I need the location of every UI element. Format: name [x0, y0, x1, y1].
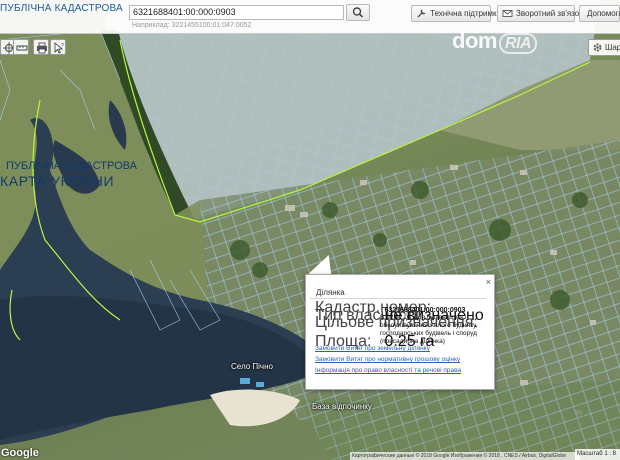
gear-icon: [593, 43, 602, 52]
map-imagery: [0, 0, 620, 460]
layers-button[interactable]: Шари: [588, 39, 620, 56]
help-label: Допомога: [587, 9, 620, 18]
printer-icon: [37, 42, 47, 54]
tech-support-button[interactable]: Технічна підтримка: [411, 5, 501, 22]
feedback-label: Зворотний зв'язок: [516, 9, 583, 18]
purpose-label: Цільове призначення:: [315, 314, 478, 332]
help-button[interactable]: Допомога: [579, 5, 620, 22]
map-title-line2: КАРТА УКРАЇНИ: [0, 172, 115, 189]
popup-tab-label: Ділянка: [316, 288, 345, 297]
search-hint: Наприклад: 3221455100:01:047:0052: [132, 22, 252, 29]
order-parcel-extract-link[interactable]: Замовити Витяг про земельну ділянку: [315, 345, 430, 352]
envelope-icon: [502, 10, 513, 17]
watermark-main: dom: [452, 28, 497, 53]
ownership-rights-link[interactable]: Інформація про право власності та речові…: [315, 367, 461, 374]
google-logo: Google: [1, 447, 39, 459]
ruler-icon: [16, 45, 28, 51]
close-icon[interactable]: ×: [486, 277, 491, 287]
info-tool-button[interactable]: ?: [50, 39, 66, 55]
cadastral-search-input[interactable]: 6321688401:00:000:0903: [129, 5, 344, 20]
svg-text:?: ?: [61, 43, 64, 49]
satellite-map[interactable]: [0, 0, 620, 460]
scale-readout: Масштаб 1 : 8: [575, 449, 620, 460]
order-valuation-extract-link[interactable]: Замовити Витяг про нормативну грошову оц…: [315, 356, 460, 363]
map-title-line1: ПУБЛІЧНА КАДАСТРОВА: [6, 160, 137, 172]
help-pointer-icon: ?: [54, 42, 64, 54]
layers-label: Шари: [605, 43, 620, 52]
place-label-village: Село Пічно: [231, 362, 273, 371]
print-button[interactable]: [33, 39, 49, 55]
place-label-resort: База відпочинку: [312, 402, 372, 411]
feedback-button[interactable]: Зворотний зв'язок: [497, 5, 583, 22]
map-title: ПУБЛІЧНА КАДАСТРОВА КАРТА УКРАЇНИ: [0, 160, 137, 189]
brand-name-top: ПУБЛІЧНА КАДАСТРОВА: [0, 3, 123, 14]
watermark-ria: RIA: [498, 33, 538, 54]
search-button[interactable]: [346, 4, 370, 21]
measure-tool-button[interactable]: [13, 39, 29, 55]
tech-support-label: Технічна підтримка: [430, 9, 502, 18]
dom-ria-watermark: dom RIA: [452, 28, 538, 54]
popup-tab-parcel[interactable]: Ділянка: [310, 279, 486, 299]
wrench-icon: [417, 9, 426, 18]
search-icon: [352, 7, 364, 18]
purpose-row-label: Цільове призначення:: [315, 314, 478, 332]
map-copyright[interactable]: Картографические данные © 2018 Google Из…: [350, 452, 580, 460]
